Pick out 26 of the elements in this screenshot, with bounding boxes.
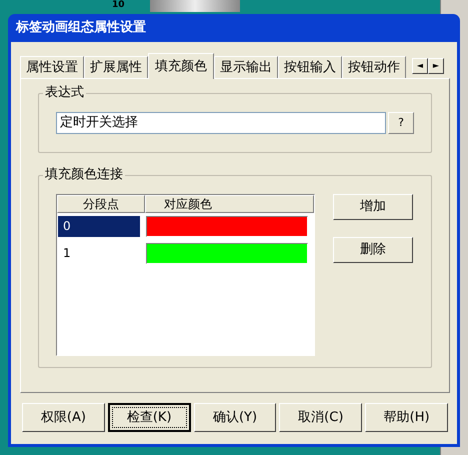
tab[interactable]: 填充颜色 [148,53,214,79]
color-swatch[interactable] [146,243,308,264]
tab[interactable]: 扩展属性 [84,56,148,78]
tab-scroll-button[interactable]: ◄ [412,58,428,74]
action-button[interactable]: 删除 [333,237,413,263]
dialog-button[interactable]: 权限(A) [22,403,105,432]
dialog-button[interactable]: 取消(C) [279,403,362,432]
column-header[interactable]: 对应颜色 [145,195,314,213]
window-title: 标签动画组态属性设置 [16,19,146,38]
scale-label: 10 [112,0,125,10]
dialog-button[interactable]: 检查(K) [108,403,191,432]
dialog-button[interactable]: 确认(Y) [194,403,276,432]
tab[interactable]: 属性设置 [20,56,84,78]
column-header[interactable]: 分段点 [57,195,145,213]
browse-button[interactable]: ? [388,112,414,134]
action-button[interactable]: 增加 [333,194,413,220]
table-cell[interactable]: 0 [58,216,140,237]
group-label: 表达式 [43,85,86,101]
group-label: 填充颜色连接 [43,167,125,183]
tab[interactable]: 按钮输入 [278,56,342,78]
expression-field[interactable]: 定时开关选择 [56,112,386,134]
tab[interactable]: 按钮动作 [342,56,406,78]
tab-scroll-button[interactable]: ► [428,58,444,74]
tab[interactable]: 显示输出 [214,56,278,78]
dialog-button[interactable]: 帮助(H) [365,403,448,432]
color-swatch[interactable] [146,216,308,237]
